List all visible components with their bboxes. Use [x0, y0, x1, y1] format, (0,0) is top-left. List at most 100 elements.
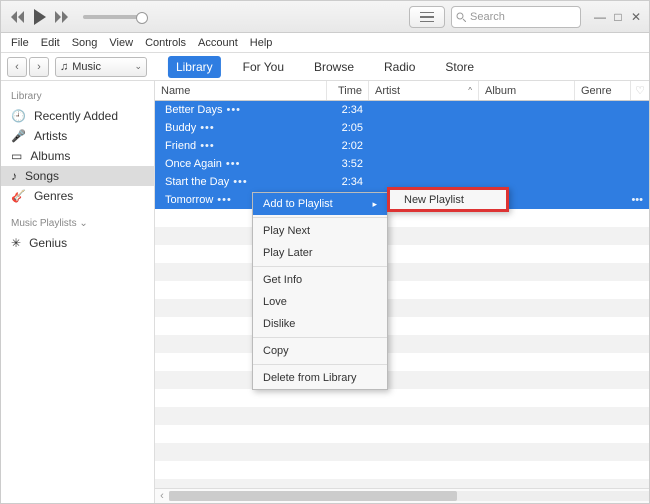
separator — [253, 337, 387, 338]
separator — [253, 217, 387, 218]
search-input[interactable]: Search — [451, 6, 581, 28]
context-play-next[interactable]: Play Next — [253, 220, 387, 242]
sidebar-item-genres[interactable]: 🎸 Genres — [1, 186, 154, 206]
tab-for-you[interactable]: For You — [235, 56, 292, 78]
note-icon: ♫ — [60, 61, 68, 73]
tab-browse[interactable]: Browse — [306, 56, 362, 78]
menu-edit[interactable]: Edit — [41, 37, 60, 49]
guitar-icon: 🎸 — [11, 189, 26, 203]
col-artist[interactable]: Artist ^ — [369, 81, 479, 100]
context-add-to-playlist[interactable]: Add to Playlist ▸ — [253, 193, 387, 215]
context-copy[interactable]: Copy — [253, 340, 387, 362]
prev-track-button[interactable] — [11, 11, 25, 23]
context-dislike[interactable]: Dislike — [253, 313, 387, 335]
menu-controls[interactable]: Controls — [145, 37, 186, 49]
tabs: Library For You Browse Radio Store — [168, 56, 482, 78]
play-button[interactable] — [33, 9, 47, 25]
back-button[interactable]: ‹ — [7, 57, 27, 77]
tab-library[interactable]: Library — [168, 56, 221, 78]
minimize-button[interactable]: — — [593, 10, 607, 24]
sidebar-header-library: Library — [1, 87, 154, 106]
context-love[interactable]: Love — [253, 291, 387, 313]
menu-song[interactable]: Song — [72, 37, 98, 49]
tab-radio[interactable]: Radio — [376, 56, 423, 78]
sidebar-header-label: Music Playlists — [11, 218, 77, 229]
context-get-info[interactable]: Get Info — [253, 269, 387, 291]
sidebar-header-playlists[interactable]: Music Playlists ⌄ — [1, 214, 154, 233]
track-time: 2:34 — [327, 104, 369, 116]
separator — [253, 364, 387, 365]
track-row[interactable]: Better Days ••• 2:34 — [155, 101, 649, 119]
sidebar-item-label: Recently Added — [34, 109, 118, 123]
col-genre[interactable]: Genre — [575, 81, 631, 100]
menu-account[interactable]: Account — [198, 37, 238, 49]
sidebar-item-recently-added[interactable]: 🕘Recently Added — [1, 106, 154, 126]
track-name: Once Again — [165, 158, 222, 170]
volume-slider[interactable] — [83, 15, 143, 19]
separator — [253, 266, 387, 267]
toolbar: ‹ › ♫ Music ⌄ Library For You Browse Rad… — [1, 53, 649, 81]
ellipsis-icon[interactable]: ••• — [200, 140, 215, 152]
ellipsis-icon[interactable]: ••• — [226, 158, 241, 170]
track-name: Buddy — [165, 122, 196, 134]
horizontal-scrollbar[interactable]: ‹ — [155, 488, 649, 503]
scroll-left-icon[interactable]: ‹ — [155, 490, 169, 502]
track-row[interactable]: Friend•••2:02 — [155, 137, 649, 155]
col-loved[interactable]: ♡ — [631, 81, 649, 100]
menu-help[interactable]: Help — [250, 37, 273, 49]
track-row[interactable]: Once Again•••3:52 — [155, 155, 649, 173]
ellipsis-icon[interactable]: ••• — [226, 104, 241, 116]
context-play-later[interactable]: Play Later — [253, 242, 387, 264]
col-album[interactable]: Album — [479, 81, 575, 100]
source-dropdown[interactable]: ♫ Music ⌄ — [55, 57, 147, 77]
submenu-label: New Playlist — [404, 194, 464, 206]
track-name: Friend — [165, 140, 196, 152]
submenu-new-playlist[interactable]: New Playlist — [387, 187, 509, 212]
col-name[interactable]: Name — [155, 81, 327, 100]
playback-controls — [1, 9, 153, 25]
col-time[interactable]: Time — [327, 81, 369, 100]
window-controls: — □ ✕ — [593, 10, 643, 24]
sort-asc-icon: ^ — [468, 86, 472, 95]
sidebar-item-artists[interactable]: 🎤 Artists — [1, 126, 154, 146]
next-track-button[interactable] — [55, 11, 69, 23]
maximize-button[interactable]: □ — [611, 10, 625, 24]
close-button[interactable]: ✕ — [629, 10, 643, 24]
more-icon[interactable]: ••• — [631, 194, 643, 206]
scroll-thumb[interactable] — [169, 491, 457, 501]
track-name: Start the Day — [165, 176, 229, 188]
sidebar: Library 🕘Recently Added 🎤 Artists ▭Albums… — [1, 81, 155, 503]
track-row[interactable]: Buddy ••• 2:05 — [155, 119, 649, 137]
main-panel: Name Time Artist ^ Album Genre ♡ Better D… — [155, 81, 649, 503]
menu-file[interactable]: File — [11, 37, 29, 49]
search-placeholder: Search — [470, 11, 505, 23]
track-time: 2:05 — [327, 122, 369, 134]
app-window: Search — □ ✕ File Edit Song View Control… — [0, 0, 650, 504]
forward-button[interactable]: › — [29, 57, 49, 77]
menu-view[interactable]: View — [109, 37, 133, 49]
track-time: 2:34 — [327, 176, 369, 188]
mic-icon: 🎤 — [11, 129, 26, 143]
ellipsis-icon[interactable]: ••• — [200, 122, 215, 134]
sidebar-item-label: Artists — [34, 129, 67, 143]
ellipsis-icon[interactable]: ••• — [217, 194, 232, 206]
tab-store[interactable]: Store — [437, 56, 482, 78]
list-view-button[interactable] — [409, 6, 445, 28]
sidebar-item-genius[interactable]: ✳Genius — [1, 233, 154, 253]
sidebar-item-label: Songs — [25, 169, 59, 183]
note-icon: ♪ — [11, 169, 17, 183]
sidebar-item-albums[interactable]: ▭Albums — [1, 146, 154, 166]
chevron-down-icon: ⌄ — [79, 218, 87, 229]
ellipsis-icon[interactable]: ••• — [233, 176, 248, 188]
sidebar-item-songs[interactable]: ♪ Songs — [1, 166, 154, 186]
menubar: File Edit Song View Controls Account Hel… — [1, 33, 649, 53]
sidebar-item-label: Genres — [34, 189, 73, 203]
chevron-right-icon: ▸ — [372, 199, 377, 210]
chevron-updown-icon: ⌄ — [134, 61, 142, 72]
context-delete[interactable]: Delete from Library — [253, 367, 387, 389]
context-item-label: Add to Playlist — [263, 198, 333, 210]
sidebar-item-label: Genius — [29, 236, 67, 250]
source-label: Music — [72, 61, 101, 73]
track-name: Better Days — [165, 104, 222, 116]
col-label: Artist — [375, 85, 400, 97]
